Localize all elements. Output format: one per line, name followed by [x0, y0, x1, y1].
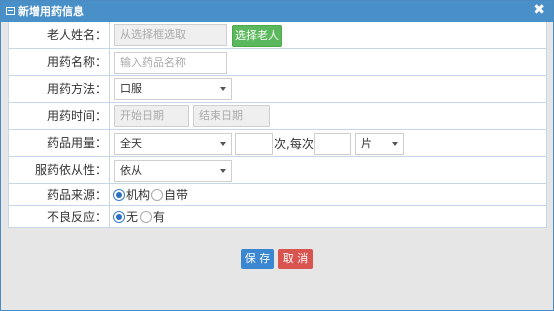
- dialog-title: 新增用药信息: [18, 5, 84, 18]
- save-button[interactable]: 保 存: [241, 249, 274, 269]
- usage-method-select[interactable]: 口服: [114, 78, 232, 100]
- cancel-button[interactable]: 取 消: [278, 249, 313, 269]
- adverse-reaction-label: 不良反应：: [9, 206, 110, 227]
- drug-name-field[interactable]: 输入药品名称: [114, 52, 227, 74]
- source-label: 药品来源：: [9, 184, 110, 205]
- row-compliance: 服药依从性： 依从: [9, 157, 546, 184]
- adverse-option-none-label: 无: [126, 210, 139, 224]
- chevron-down-icon: [220, 142, 226, 146]
- source-option-institution-label: 机构: [126, 188, 151, 202]
- dosage-label: 药品用量：: [9, 130, 110, 156]
- close-icon[interactable]: ✖: [533, 2, 545, 18]
- adverse-option-none-radio[interactable]: [113, 211, 125, 223]
- adverse-option-yes-radio[interactable]: [140, 211, 152, 223]
- adverse-option-yes-label: 有: [153, 210, 166, 224]
- row-drug-name: 用药名称： 输入药品名称: [9, 49, 546, 76]
- times-per-text: 次,每次: [274, 137, 314, 151]
- window-icon: [6, 7, 15, 15]
- row-usage-time: 用药时间： 开始日期 结束日期: [9, 103, 546, 130]
- add-medication-dialog: 新增用药信息 ✖ 老人姓名： 从选择框选取 选择老人 用药名称： 输入药品名称 …: [0, 0, 554, 311]
- usage-method-label: 用药方法：: [9, 76, 110, 102]
- chevron-down-icon: [220, 87, 226, 91]
- row-dosage: 药品用量： 全天 次,每次 片: [9, 130, 546, 157]
- dosage-frequency-select[interactable]: 全天: [114, 133, 232, 155]
- row-adverse-reaction: 不良反应： 无 有: [9, 206, 546, 228]
- elder-name-field[interactable]: 从选择框选取: [114, 24, 227, 46]
- dosage-unit-select[interactable]: 片: [355, 133, 404, 155]
- chevron-down-icon: [392, 142, 398, 146]
- dosage-amount-field[interactable]: [314, 133, 351, 155]
- compliance-select[interactable]: 依从: [114, 160, 232, 182]
- dosage-times-field[interactable]: [235, 133, 273, 155]
- medication-form: 老人姓名： 从选择框选取 选择老人 用药名称： 输入药品名称 用药方法： 口服 …: [8, 22, 547, 228]
- dialog-titlebar: 新增用药信息 ✖: [1, 1, 553, 22]
- source-option-self-radio[interactable]: [151, 189, 163, 201]
- row-usage-method: 用药方法： 口服: [9, 76, 546, 103]
- source-option-institution-radio[interactable]: [113, 189, 125, 201]
- end-date-field[interactable]: 结束日期: [193, 105, 270, 127]
- chevron-down-icon: [220, 169, 226, 173]
- start-date-field[interactable]: 开始日期: [114, 105, 189, 127]
- elder-name-label: 老人姓名：: [9, 22, 110, 48]
- row-elder-name: 老人姓名： 从选择框选取 选择老人: [9, 22, 546, 49]
- row-source: 药品来源： 机构 自带: [9, 184, 546, 206]
- usage-time-label: 用药时间：: [9, 103, 110, 129]
- select-elder-button[interactable]: 选择老人: [232, 25, 282, 47]
- compliance-label: 服药依从性：: [9, 157, 110, 183]
- source-option-self-label: 自带: [164, 188, 189, 202]
- drug-name-label: 用药名称：: [9, 49, 110, 75]
